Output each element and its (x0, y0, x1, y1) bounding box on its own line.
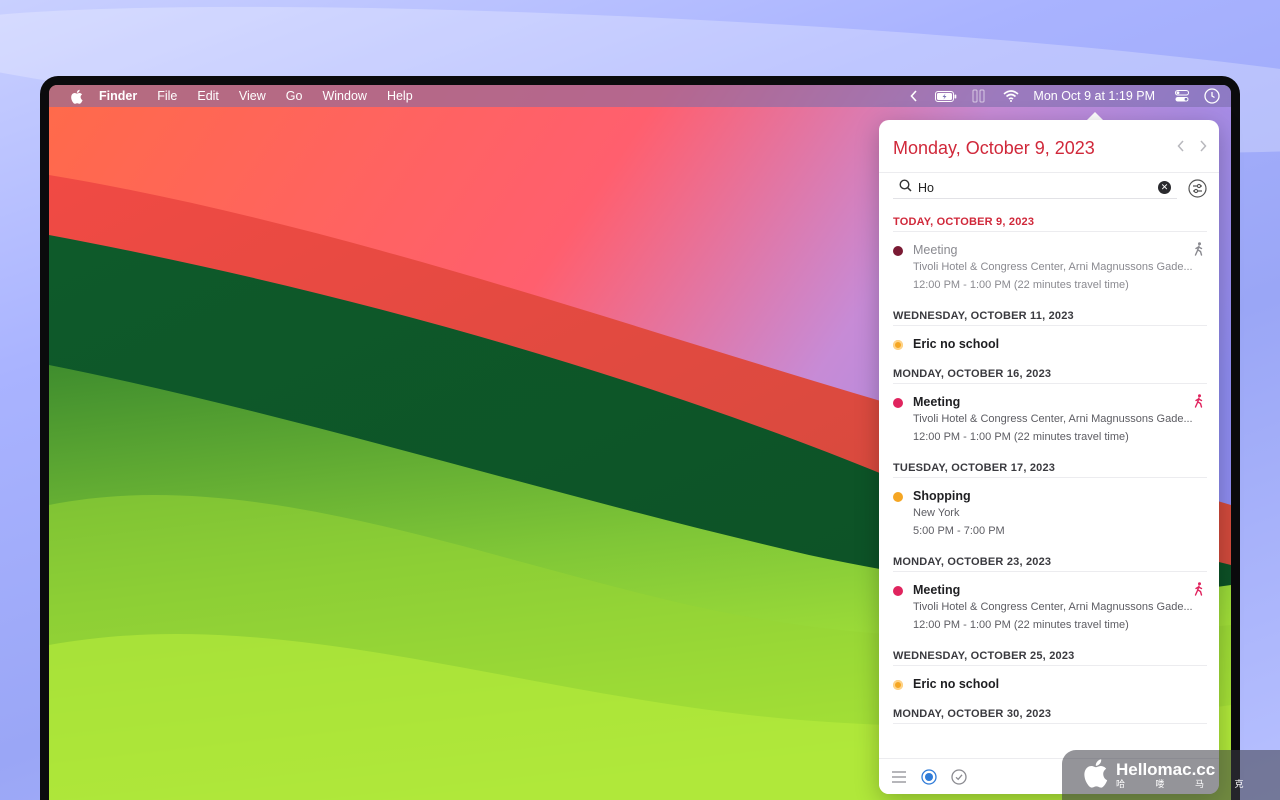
event-item[interactable]: Eric no school (893, 666, 1207, 692)
clear-search-icon[interactable]: ✕ (1158, 181, 1171, 194)
stage-manager-icon[interactable] (963, 85, 995, 107)
event-item[interactable]: Meeting Tivoli Hotel & Congress Center, A… (893, 232, 1207, 294)
watermark-main: Hellomac.cc (1116, 759, 1216, 779)
event-title: Meeting (913, 395, 961, 409)
event-location: Tivoli Hotel & Congress Center, Arni Mag… (913, 413, 1193, 425)
watermark: Hellomac.cc 哈 喽 马 克 (1062, 750, 1280, 800)
event-title: Shopping (913, 489, 971, 503)
menu-edit[interactable]: Edit (197, 89, 219, 103)
previous-day-button[interactable] (1177, 139, 1185, 157)
menubar-clock[interactable]: Mon Oct 9 at 1:19 PM (1027, 85, 1165, 107)
day-header: TODAY, OCTOBER 9, 2023 (893, 212, 1207, 232)
calendar-color-dot (893, 246, 903, 256)
battery-charging-icon[interactable] (929, 85, 963, 107)
search-value[interactable]: Ho (918, 181, 1158, 195)
event-location: New York (913, 507, 960, 519)
wifi-icon[interactable] (995, 85, 1027, 107)
menu-window[interactable]: Window (322, 89, 366, 103)
menu-bar: Finder File Edit View Go Window Help Mon… (49, 85, 1231, 107)
calendar-header: Monday, October 9, 2023 (893, 136, 1207, 160)
chevron-left-icon[interactable] (899, 85, 929, 107)
apple-logo-icon (1082, 758, 1108, 793)
event-item[interactable]: Meeting Tivoli Hotel & Congress Center, A… (893, 572, 1207, 634)
event-location: Tivoli Hotel & Congress Center, Arni Mag… (913, 261, 1193, 273)
calendar-color-dot (893, 398, 903, 408)
filter-icon[interactable] (1187, 178, 1207, 198)
event-time: 5:00 PM - 7:00 PM (913, 525, 1005, 537)
event-title: Meeting (913, 583, 961, 597)
menu-go[interactable]: Go (286, 89, 303, 103)
header-divider (879, 172, 1219, 173)
event-item[interactable]: Eric no school (893, 326, 1207, 352)
calendar-color-dot (893, 340, 903, 350)
day-header: MONDAY, OCTOBER 16, 2023 (893, 364, 1207, 384)
event-location: Tivoli Hotel & Congress Center, Arni Mag… (913, 601, 1193, 613)
day-header: MONDAY, OCTOBER 23, 2023 (893, 552, 1207, 572)
walking-travel-icon (1193, 582, 1205, 596)
event-title: Eric no school (913, 337, 1000, 351)
calendar-date-title: Monday, October 9, 2023 (893, 137, 1095, 158)
watermark-sub: 哈 喽 马 克 (1116, 778, 1258, 789)
event-time: 12:00 PM - 1:00 PM (22 minutes travel ti… (913, 619, 1129, 631)
event-title: Meeting (913, 243, 958, 257)
day-header: MONDAY, OCTOBER 30, 2023 (893, 704, 1207, 724)
day-header: WEDNESDAY, OCTOBER 25, 2023 (893, 646, 1207, 666)
reminders-icon[interactable] (951, 768, 967, 785)
day-header: WEDNESDAY, OCTOBER 11, 2023 (893, 306, 1207, 326)
day-header: TUESDAY, OCTOBER 17, 2023 (893, 458, 1207, 478)
event-time: 12:00 PM - 1:00 PM (22 minutes travel ti… (913, 431, 1129, 443)
apple-icon[interactable] (67, 87, 85, 105)
walking-travel-icon (1193, 242, 1205, 256)
search-row: Ho ✕ (893, 175, 1207, 201)
clock-icon[interactable] (1199, 85, 1225, 107)
event-list: TODAY, OCTOBER 9, 2023 Meeting Tivoli Hote… (893, 212, 1207, 724)
calendar-color-dot (893, 586, 903, 596)
search-input[interactable]: Ho ✕ (893, 177, 1177, 199)
calendar-color-dot (893, 680, 903, 690)
menu-help[interactable]: Help (387, 89, 413, 103)
menu-file[interactable]: File (157, 89, 177, 103)
event-item[interactable]: Meeting Tivoli Hotel & Congress Center, A… (893, 384, 1207, 446)
next-day-button[interactable] (1199, 139, 1207, 157)
event-title: Eric no school (913, 677, 1000, 691)
menu-view[interactable]: View (239, 89, 266, 103)
calendar-view-icon[interactable] (921, 768, 937, 785)
calendar-popover: Monday, October 9, 2023 Ho ✕ TODAY, OCTO… (879, 120, 1219, 794)
search-icon (899, 178, 912, 197)
list-icon[interactable] (891, 769, 907, 785)
event-item[interactable]: Shopping New York 5:00 PM - 7:00 PM (893, 478, 1207, 540)
control-center-icon[interactable] (1165, 85, 1199, 107)
calendar-color-dot (893, 492, 903, 502)
walking-travel-icon (1193, 394, 1205, 408)
event-time: 12:00 PM - 1:00 PM (22 minutes travel ti… (913, 279, 1129, 291)
menu-app-name[interactable]: Finder (99, 89, 137, 103)
